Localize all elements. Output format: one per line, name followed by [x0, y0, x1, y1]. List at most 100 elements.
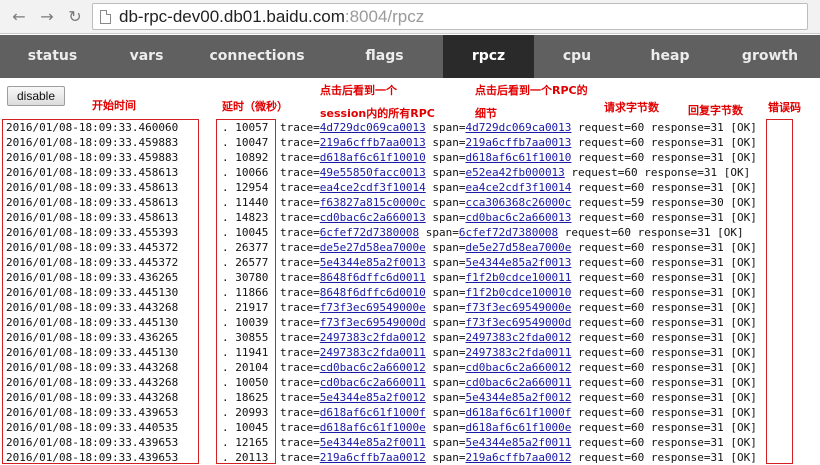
span-link[interactable]: e52ea42fb000013	[465, 166, 564, 179]
rpcz-list: 2016/01/08-18:09:33.460060 . 10057 trace=4…	[0, 120, 820, 465]
latency: . 12954	[222, 181, 269, 194]
address-bar[interactable]: db-rpc-dev00.db01.baidu.com:8004/rpcz	[92, 3, 808, 30]
forward-arrow-icon[interactable]: →	[36, 6, 58, 28]
tab-growth[interactable]: growth	[720, 35, 820, 78]
reload-icon[interactable]: ↻	[64, 6, 86, 28]
tab-vars[interactable]: vars	[105, 35, 188, 78]
latency: . 11866	[222, 286, 269, 299]
span-link[interactable]: d618af6c61f1000f	[465, 406, 571, 419]
trace-link[interactable]: f73f3ec69549000e	[320, 301, 426, 314]
annotation-request-bytes: 请求字节数	[604, 101, 659, 114]
request-bytes: 60	[631, 271, 645, 284]
span-link[interactable]: cca306368c26000c	[465, 196, 571, 209]
rpc-details: trace=d618af6c61f1000e span=d618af6c61f1…	[280, 421, 757, 434]
span-link[interactable]: d618af6c61f10010	[465, 151, 571, 164]
trace-link[interactable]: 49e55850facc0013	[320, 166, 426, 179]
annotation-trace-line1: 点击后看到一个	[320, 84, 397, 97]
span-link[interactable]: cd0bac6c2a660011	[465, 376, 571, 389]
start-time: 2016/01/08-18:09:33.440535	[6, 421, 179, 434]
tab-cpu[interactable]: cpu	[534, 35, 620, 78]
trace-link[interactable]: 2497383c2fda0011	[320, 346, 426, 359]
trace-link[interactable]: ea4ce2cdf3f10014	[320, 181, 426, 194]
span-link[interactable]: 5e4344e85a2f0013	[465, 256, 571, 269]
start-time: 2016/01/08-18:09:33.458613	[6, 181, 179, 194]
span-link[interactable]: f73f3ec69549000e	[465, 301, 571, 314]
start-time: 2016/01/08-18:09:33.439653	[6, 451, 179, 464]
tab-flags[interactable]: flags	[326, 35, 443, 78]
error-code: [OK]	[730, 391, 757, 404]
browser-toolbar: ← → ↻ db-rpc-dev00.db01.baidu.com:8004/r…	[0, 0, 820, 34]
trace-link[interactable]: cd0bac6c2a660011	[320, 376, 426, 389]
latency: . 30855	[222, 331, 269, 344]
trace-link[interactable]: de5e27d58ea7000e	[320, 241, 426, 254]
start-time: 2016/01/08-18:09:33.445130	[6, 286, 179, 299]
response-bytes: 31	[710, 346, 724, 359]
request-bytes: 60	[631, 331, 645, 344]
trace-link[interactable]: cd0bac6c2a660012	[320, 361, 426, 374]
error-code: [OK]	[730, 181, 757, 194]
span-link[interactable]: 5e4344e85a2f0011	[465, 436, 571, 449]
trace-link[interactable]: 5e4344e85a2f0012	[320, 391, 426, 404]
trace-link[interactable]: cd0bac6c2a660013	[320, 211, 426, 224]
list-item: 2016/01/08-18:09:33.460060 . 10057 trace=4…	[0, 120, 820, 135]
trace-link[interactable]: 4d729dc069ca0013	[320, 121, 426, 134]
span-link[interactable]: ea4ce2cdf3f10014	[465, 181, 571, 194]
span-link[interactable]: d618af6c61f1000e	[465, 421, 571, 434]
span-link[interactable]: cd0bac6c2a660013	[465, 211, 571, 224]
trace-link[interactable]: d618af6c61f1000f	[320, 406, 426, 419]
tab-connections[interactable]: connections	[188, 35, 326, 78]
request-bytes: 60	[631, 361, 645, 374]
span-link[interactable]: 2497383c2fda0011	[465, 346, 571, 359]
span-link[interactable]: 219a6cffb7aa0012	[465, 451, 571, 464]
list-item: 2016/01/08-18:09:33.445130 . 10039 trace=f…	[0, 315, 820, 330]
error-code: [OK]	[730, 301, 757, 314]
disable-button[interactable]: disable	[7, 86, 65, 106]
span-link[interactable]: f1f2b0cdce100010	[465, 286, 571, 299]
list-item: 2016/01/08-18:09:33.458613 . 14823 trace=c…	[0, 210, 820, 225]
rpc-details: trace=4d729dc069ca0013 span=4d729dc069ca…	[280, 121, 757, 134]
rpc-details: trace=219a6cffb7aa0012 span=219a6cffb7aa…	[280, 451, 757, 464]
trace-link[interactable]: 219a6cffb7aa0012	[320, 451, 426, 464]
span-link[interactable]: 219a6cffb7aa0013	[465, 136, 571, 149]
span-link[interactable]: 4d729dc069ca0013	[465, 121, 571, 134]
span-link[interactable]: 5e4344e85a2f0012	[465, 391, 571, 404]
latency: . 10045	[222, 421, 269, 434]
request-bytes: 60	[631, 256, 645, 269]
tab-rpcz[interactable]: rpcz	[443, 35, 534, 78]
error-code: [OK]	[723, 166, 751, 179]
response-bytes: 31	[710, 361, 724, 374]
span-link[interactable]: cd0bac6c2a660012	[465, 361, 571, 374]
span-link[interactable]: f1f2b0cdce100011	[465, 271, 571, 284]
request-bytes: 60	[631, 301, 645, 314]
span-link[interactable]: 6cfef72d7380008	[459, 226, 558, 239]
response-bytes: 31	[710, 256, 724, 269]
trace-link[interactable]: 8648f6dffc6d0010	[320, 286, 426, 299]
back-arrow-icon[interactable]: ←	[8, 6, 30, 28]
trace-link[interactable]: 6cfef72d7380008	[320, 226, 419, 239]
list-item: 2016/01/08-18:09:33.436265 . 30855 trace=2…	[0, 330, 820, 345]
latency: . 10066	[222, 166, 269, 179]
start-time: 2016/01/08-18:09:33.436265	[6, 271, 179, 284]
trace-link[interactable]: 5e4344e85a2f0011	[320, 436, 426, 449]
trace-link[interactable]: f63827a815c0000c	[320, 196, 426, 209]
trace-link[interactable]: d618af6c61f1000e	[320, 421, 426, 434]
span-link[interactable]: 2497383c2fda0012	[465, 331, 571, 344]
trace-link[interactable]: 5e4344e85a2f0013	[320, 256, 426, 269]
trace-link[interactable]: f73f3ec69549000d	[320, 316, 426, 329]
span-link[interactable]: de5e27d58ea7000e	[465, 241, 571, 254]
error-code: [OK]	[730, 211, 757, 224]
request-bytes: 60	[617, 226, 632, 239]
tab-status[interactable]: status	[0, 35, 105, 78]
request-bytes: 60	[631, 451, 645, 464]
start-time: 2016/01/08-18:09:33.445372	[6, 241, 179, 254]
trace-link[interactable]: 2497383c2fda0012	[320, 331, 426, 344]
trace-link[interactable]: d618af6c61f10010	[320, 151, 426, 164]
span-link[interactable]: f73f3ec69549000d	[465, 316, 571, 329]
top-nav: status vars connections flags rpcz cpu h…	[0, 35, 820, 78]
trace-link[interactable]: 8648f6dffc6d0011	[320, 271, 426, 284]
list-item: 2016/01/08-18:09:33.439653 . 20113 trace=2…	[0, 450, 820, 465]
tab-heap[interactable]: heap	[620, 35, 720, 78]
error-code: [OK]	[730, 361, 757, 374]
list-item: 2016/01/08-18:09:33.458613 . 12954 trace=e…	[0, 180, 820, 195]
trace-link[interactable]: 219a6cffb7aa0013	[320, 136, 426, 149]
